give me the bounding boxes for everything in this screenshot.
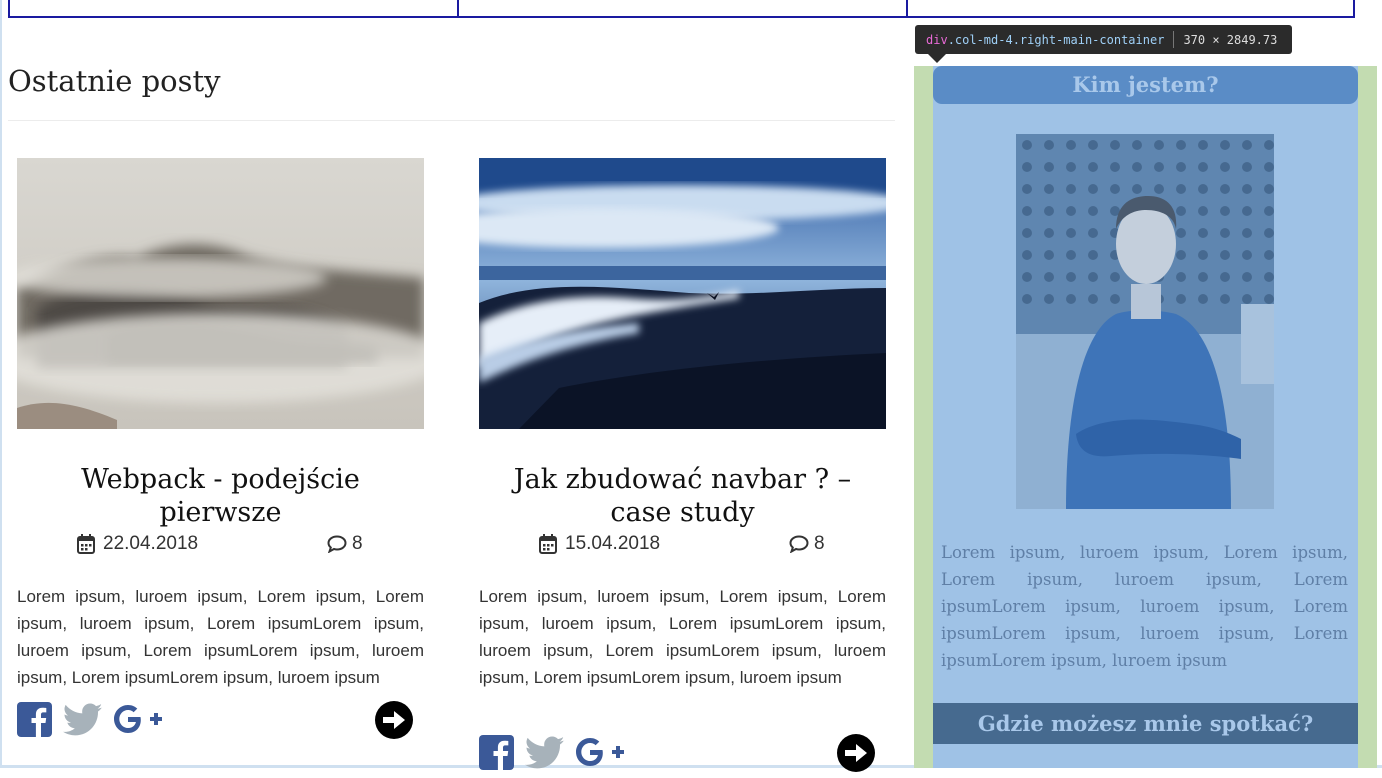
post-thumbnail-image[interactable] [479, 158, 886, 429]
title-divider [8, 120, 895, 121]
post-meta: 15.04.2018 8 [479, 533, 886, 557]
tooltip-size: 370 × 2849.73 [1183, 32, 1278, 47]
where-to-meet-header: Gdzie możesz mnie spotkać? [933, 703, 1358, 744]
top-table-row [8, 0, 1355, 18]
about-me-header: Kim jestem? [933, 66, 1358, 104]
tooltip-arrow [928, 54, 946, 63]
twitter-icon[interactable] [62, 703, 103, 742]
google-plus-icon[interactable] [576, 737, 626, 772]
post-card: Webpack - podejście pierwsze 22.04.2018 … [17, 158, 424, 739]
post-comments[interactable]: 8 [327, 533, 363, 555]
post-thumbnail-image[interactable] [17, 158, 424, 429]
table-cell-divider [906, 0, 908, 16]
post-social-bar [479, 733, 886, 773]
devtools-element-tooltip: div .col-md-4.right-main-container 370 × 2… [915, 25, 1292, 54]
post-date-text: 15.04.2018 [565, 533, 661, 554]
post-card: Jak zbudować navbar ? – case study 15.04… [479, 158, 886, 772]
facebook-icon[interactable] [479, 735, 514, 775]
post-excerpt: Lorem ipsum, luroem ipsum, Lorem ipsum, … [479, 587, 886, 687]
comment-count: 8 [814, 533, 825, 554]
post-excerpt: Lorem ipsum, luroem ipsum, Lorem ipsum, … [17, 587, 424, 687]
google-plus-icon[interactable] [114, 704, 164, 739]
post-title[interactable]: Webpack - podejście pierwsze [17, 463, 424, 529]
calendar-icon [539, 534, 557, 554]
post-meta: 22.04.2018 8 [17, 533, 424, 557]
tooltip-separator [1173, 31, 1175, 48]
viewport-left-edge [0, 0, 2, 768]
comment-count: 8 [352, 533, 363, 554]
post-title[interactable]: Jak zbudować navbar ? – case study [479, 463, 886, 529]
calendar-icon [77, 534, 95, 554]
read-more-arrow-icon[interactable] [836, 733, 876, 778]
twitter-icon[interactable] [524, 736, 565, 775]
post-comments[interactable]: 8 [789, 533, 825, 555]
facebook-icon[interactable] [17, 702, 52, 742]
read-more-arrow-icon[interactable] [374, 700, 414, 745]
post-social-bar [17, 700, 424, 740]
author-bio: Lorem ipsum, luroem ipsum, Lorem ipsum, … [941, 543, 1348, 670]
comment-icon [789, 535, 809, 553]
table-cell-divider [457, 0, 459, 16]
author-photo [1016, 134, 1274, 509]
post-date: 15.04.2018 [539, 533, 660, 555]
comment-icon [327, 535, 347, 553]
tooltip-classes: .col-md-4.right-main-container [947, 32, 1165, 47]
post-date: 22.04.2018 [77, 533, 198, 555]
tooltip-tag: div [926, 32, 948, 47]
section-title: Ostatnie posty [8, 64, 221, 98]
post-date-text: 22.04.2018 [103, 533, 199, 554]
